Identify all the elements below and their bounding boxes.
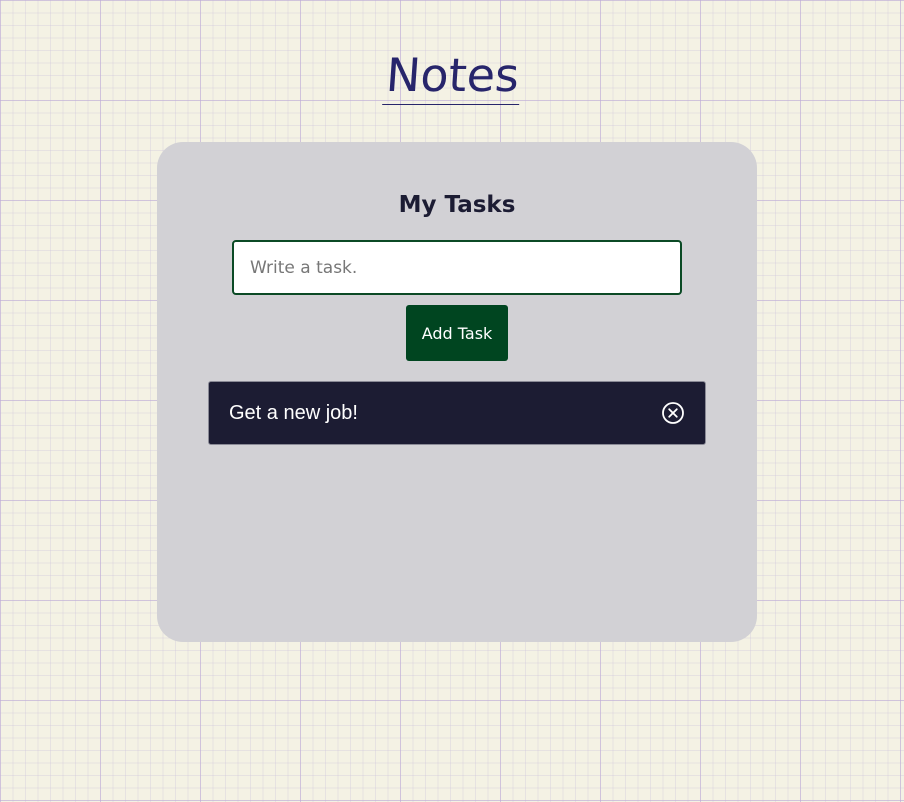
page-title: Notes bbox=[0, 48, 904, 105]
tasks-card: My Tasks Add Task Get a new job! bbox=[157, 142, 757, 642]
delete-task-button[interactable] bbox=[660, 400, 686, 426]
add-task-button[interactable]: Add Task bbox=[406, 305, 508, 361]
task-input[interactable] bbox=[232, 240, 682, 295]
circle-x-icon bbox=[662, 402, 684, 424]
task-text: Get a new job! bbox=[229, 401, 358, 424]
task-list: Get a new job! bbox=[208, 381, 706, 445]
page-title-text: Notes bbox=[381, 48, 523, 105]
task-item: Get a new job! bbox=[208, 381, 706, 445]
card-title: My Tasks bbox=[398, 192, 516, 218]
